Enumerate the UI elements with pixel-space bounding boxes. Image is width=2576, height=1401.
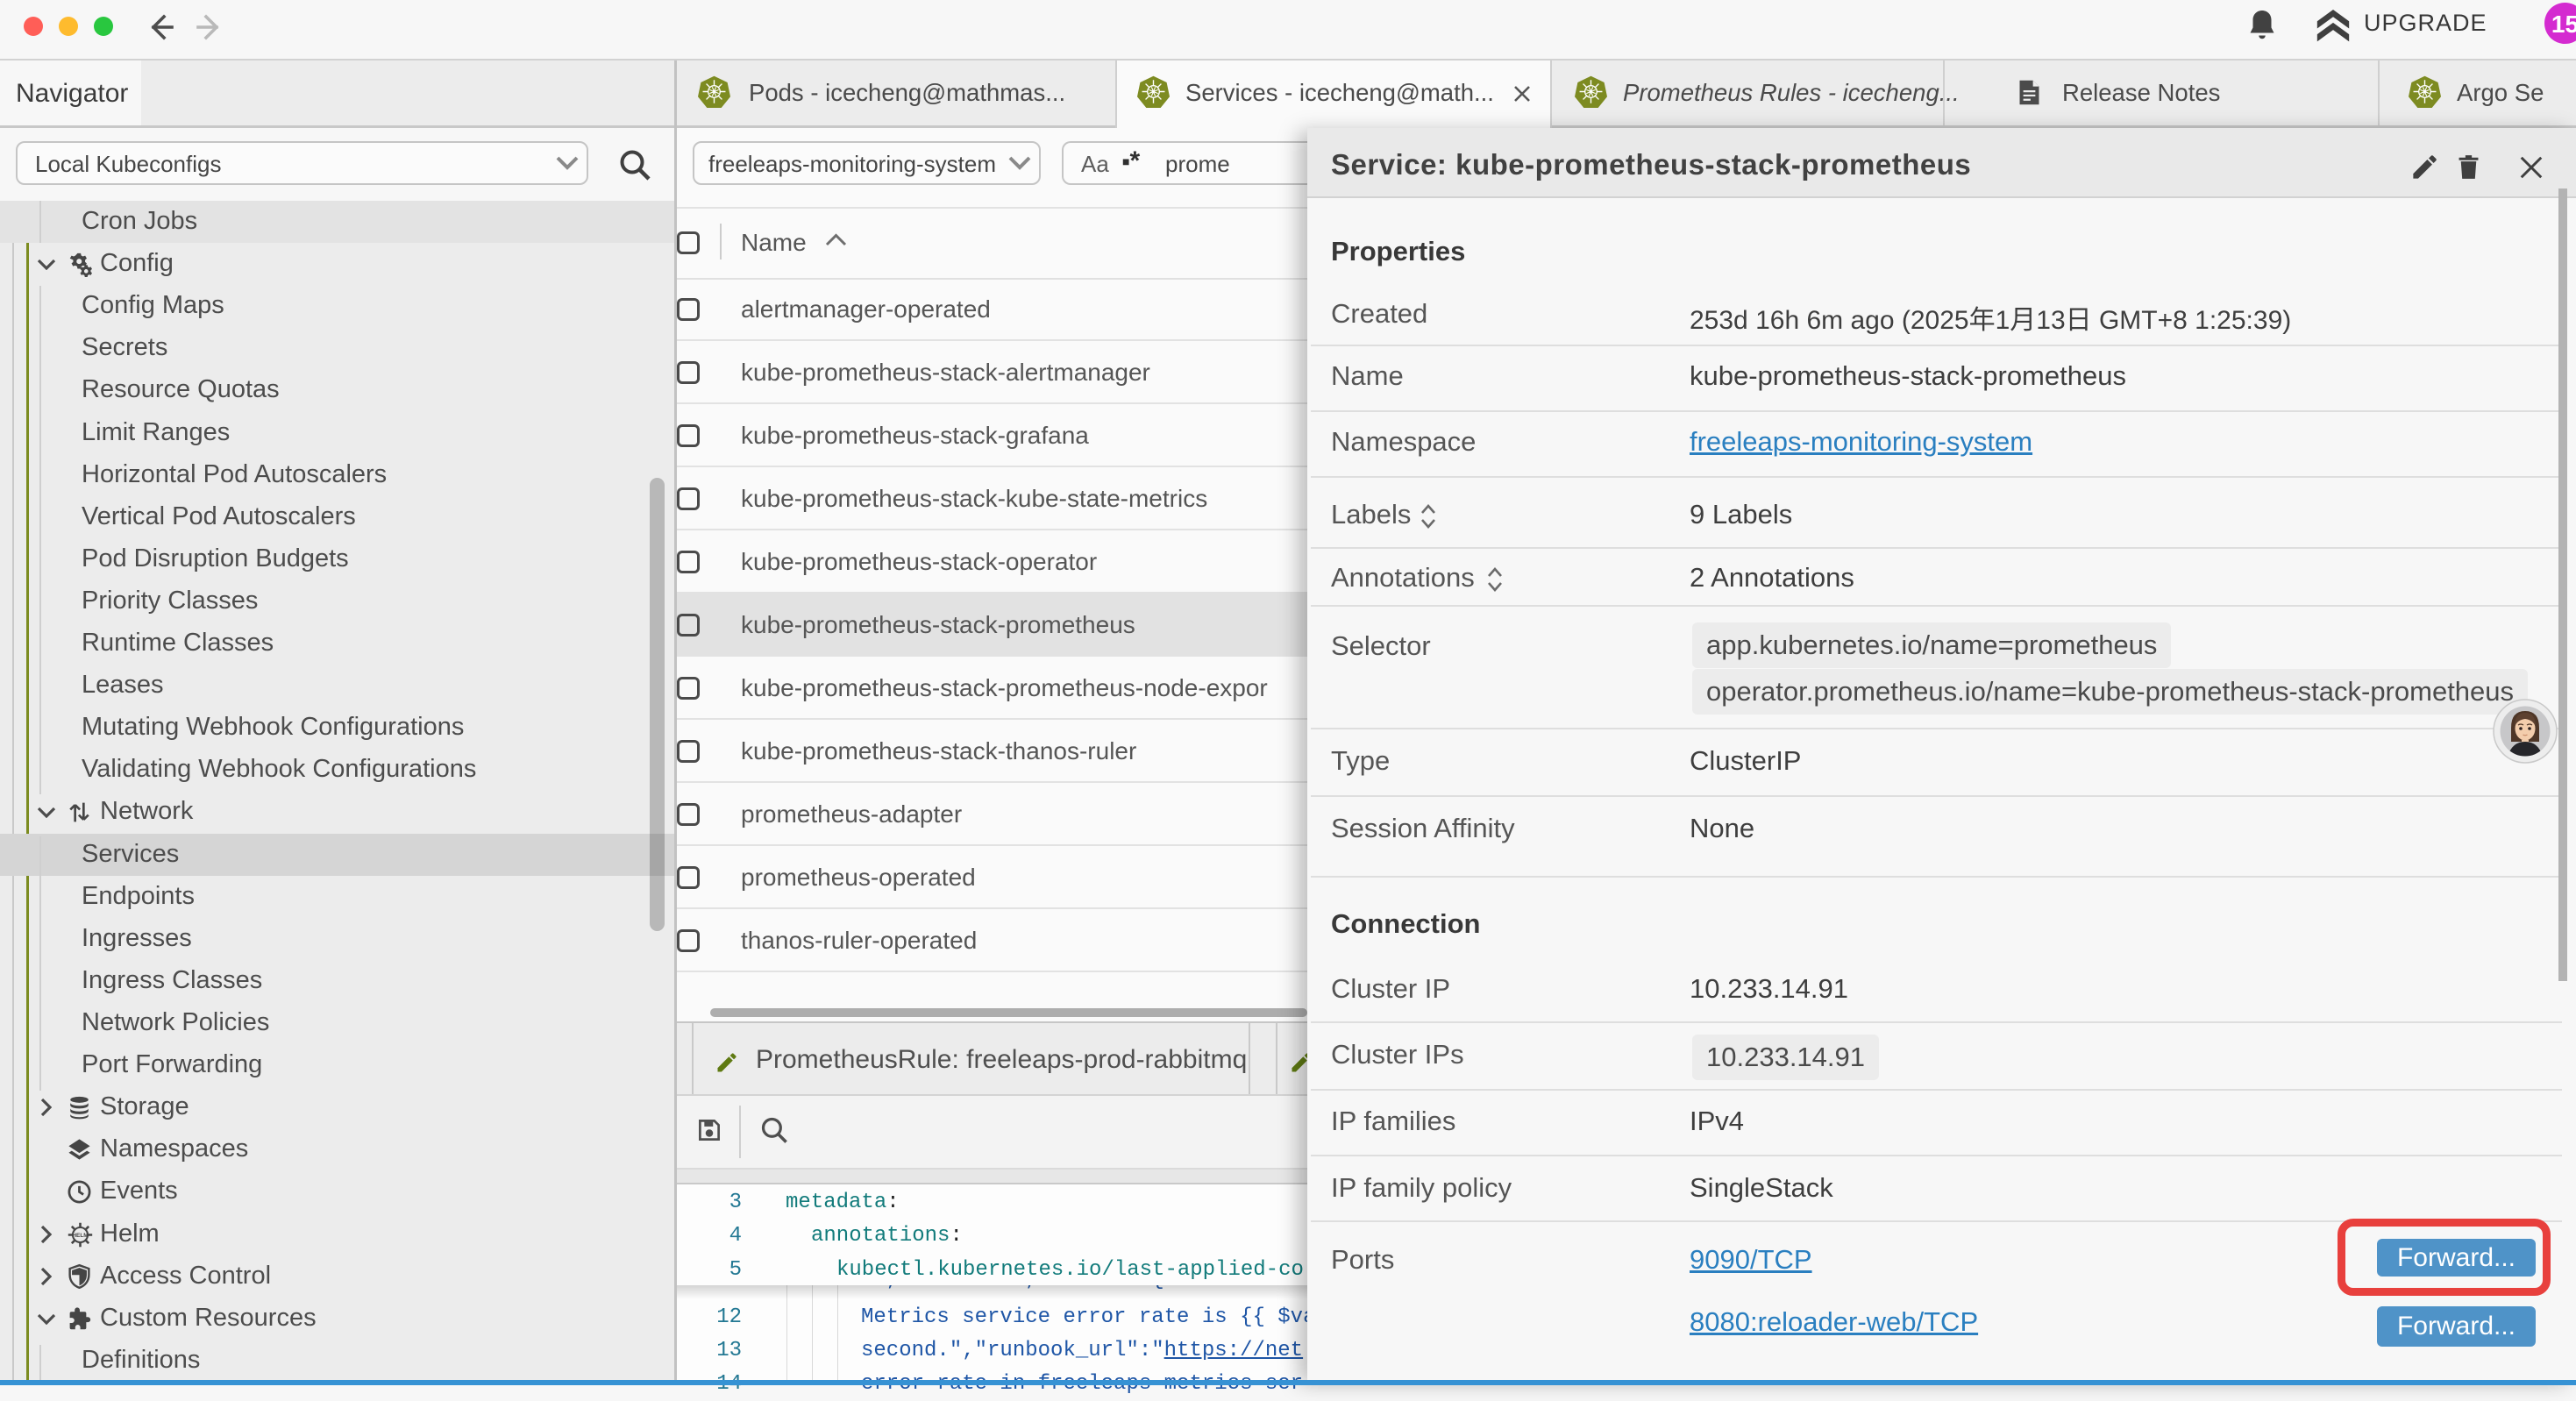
svg-text:HELM: HELM: [72, 1233, 88, 1239]
